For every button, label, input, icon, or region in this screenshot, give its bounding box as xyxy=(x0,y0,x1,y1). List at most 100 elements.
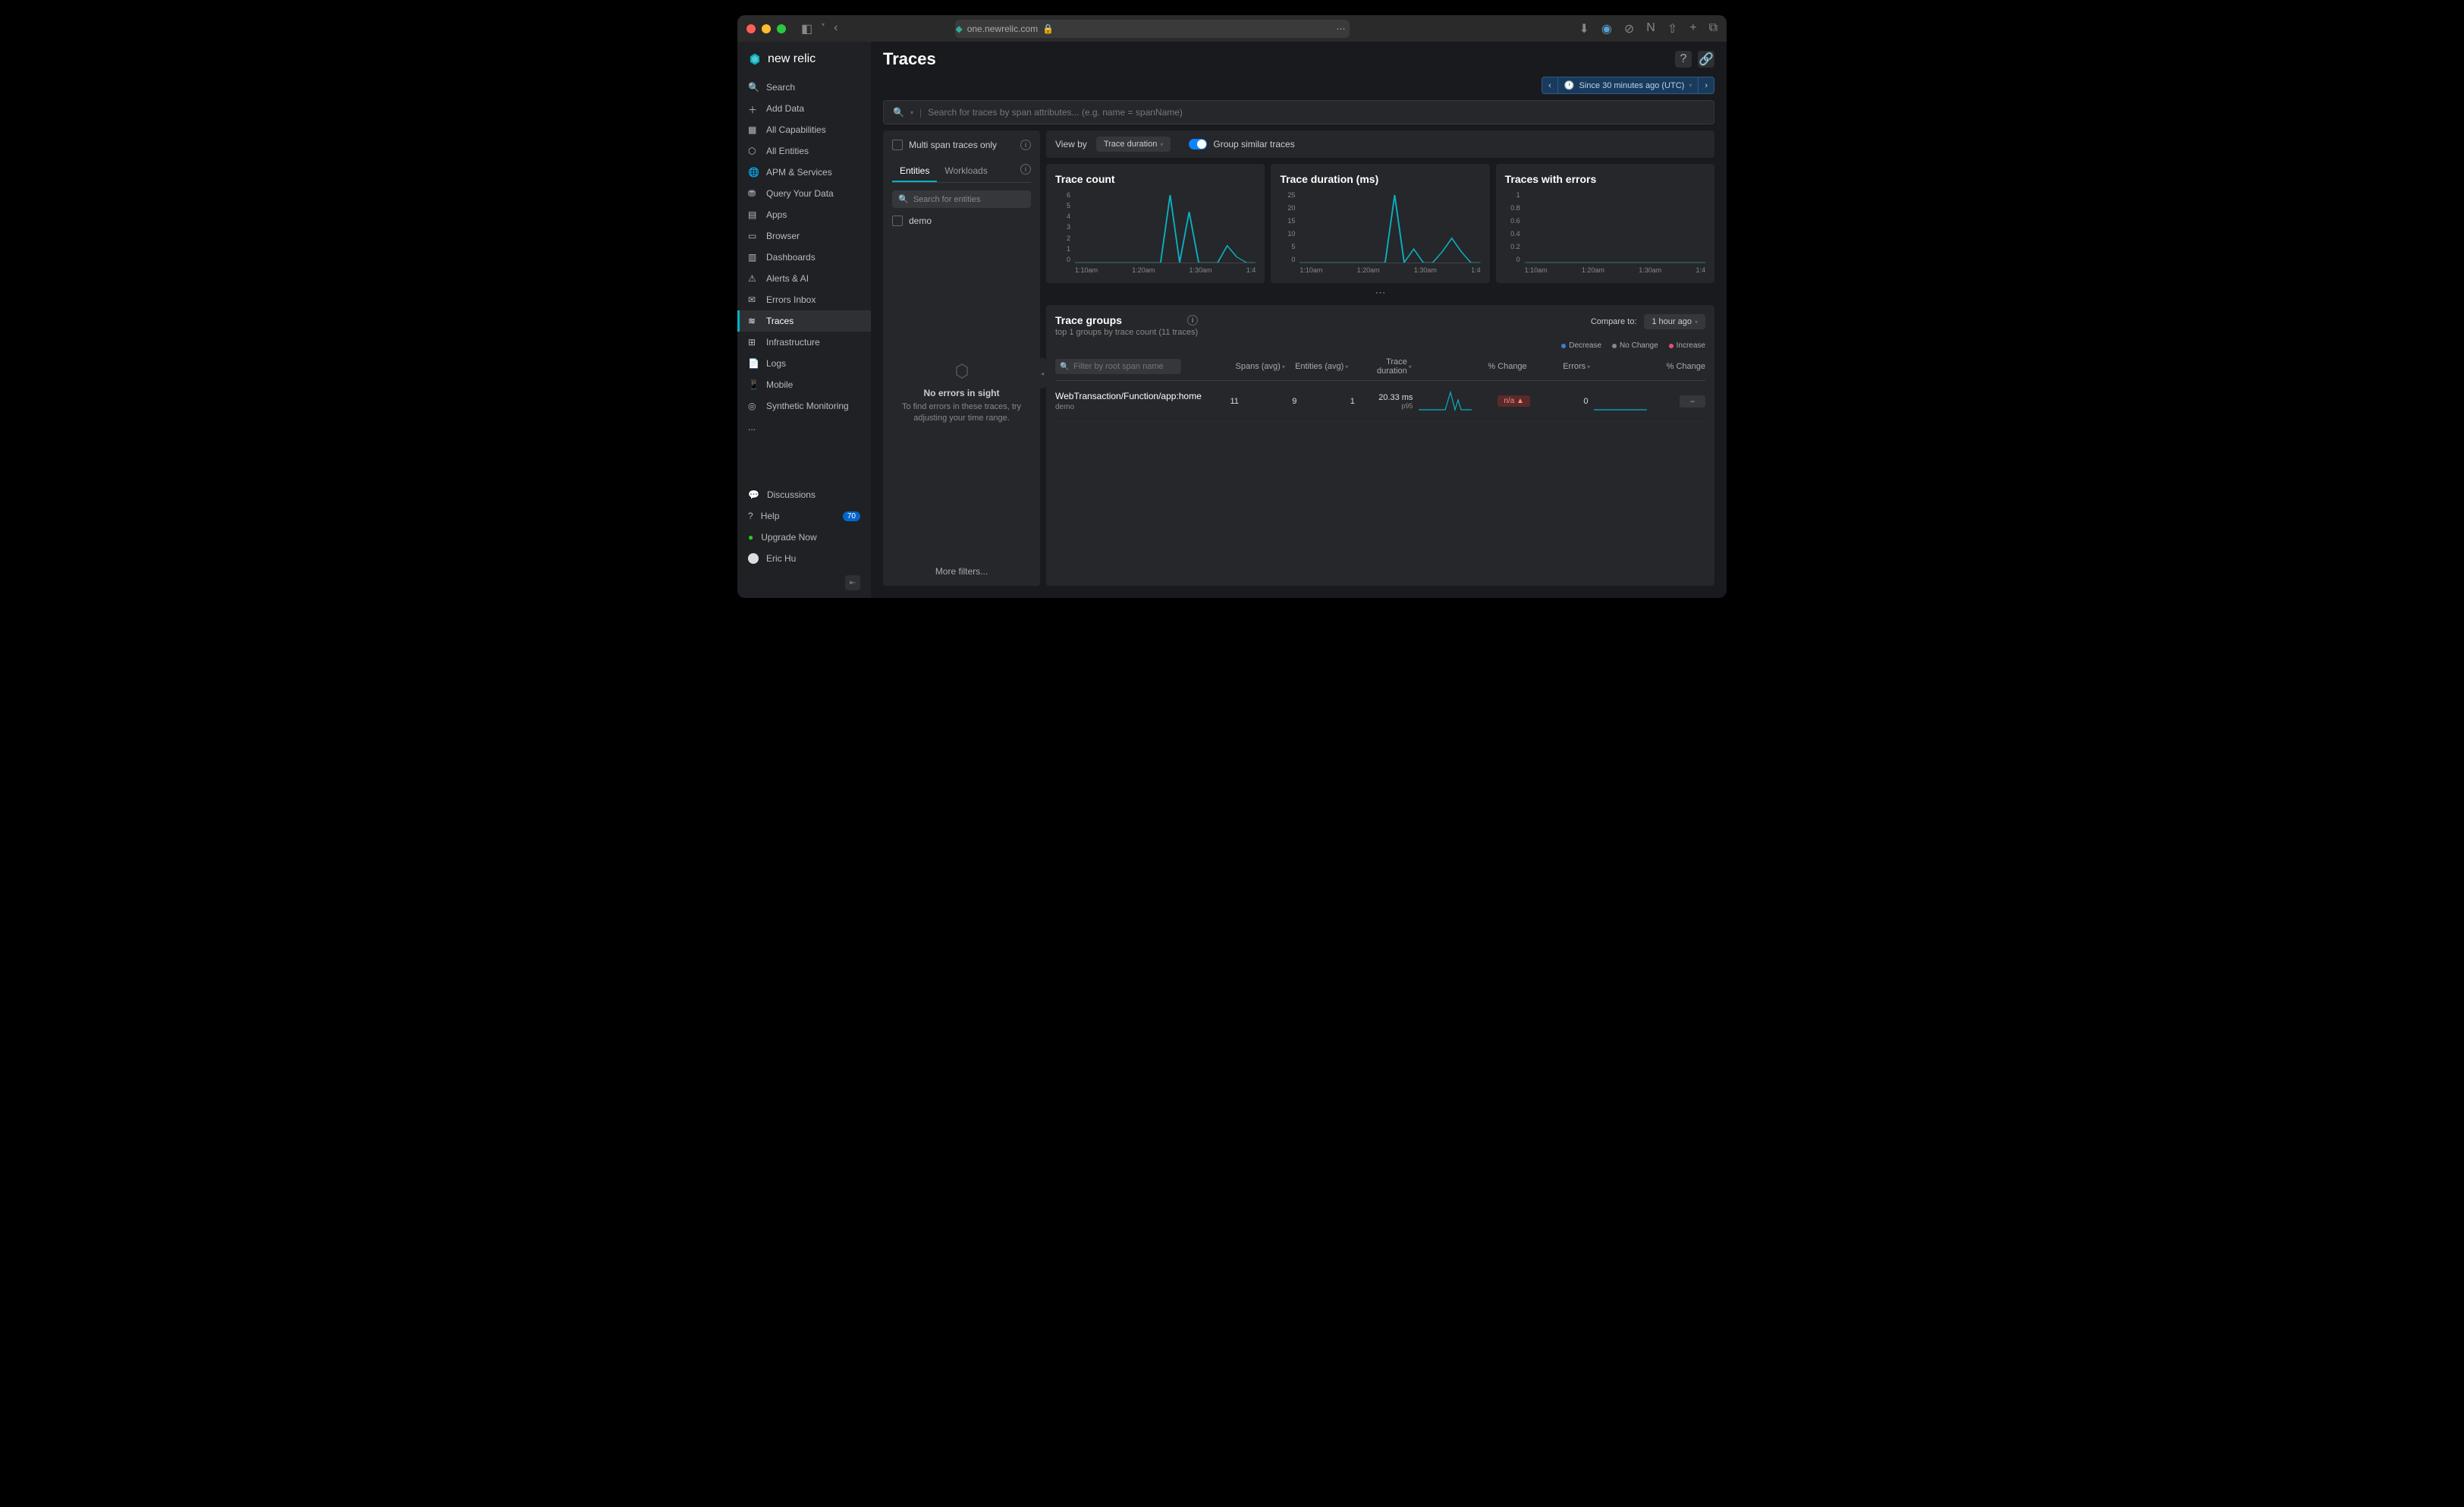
trace-groups-card: Trace groups i top 1 groups by trace cou… xyxy=(1046,305,1714,586)
browser-titlebar: ◧ ▾ ‹ ◆ one.newrelic.com 🔒 ⋯ ⬇ ◉ ⊘ N ⇧ +… xyxy=(737,15,1727,42)
sidebar-item-add-data[interactable]: ＋Add Data xyxy=(737,98,871,119)
checkbox-icon[interactable] xyxy=(892,216,903,226)
sidebar-item-apps[interactable]: ▤Apps xyxy=(737,204,871,225)
share-icon[interactable]: ⇧ xyxy=(1667,21,1677,36)
cell-err-change: – xyxy=(1653,395,1705,407)
more-icon[interactable]: ⋯ xyxy=(1336,24,1345,34)
brand-logo[interactable]: new relic xyxy=(737,49,871,77)
sidebar-item-label: Errors Inbox xyxy=(766,294,816,305)
expand-charts-handle[interactable]: ⋯ xyxy=(1046,286,1714,299)
block-icon[interactable]: ⊘ xyxy=(1624,21,1634,36)
col-duration[interactable]: Trace duration▾ xyxy=(1354,357,1411,376)
root-span-filter-input[interactable] xyxy=(1055,359,1181,374)
info-icon[interactable]: i xyxy=(1020,140,1031,150)
sidebar-item-eric-hu[interactable]: Eric Hu xyxy=(737,548,871,569)
notion-icon[interactable]: N xyxy=(1646,21,1655,36)
chevron-down-icon[interactable]: ▾ xyxy=(910,109,913,116)
sidebar-item-label: Synthetic Monitoring xyxy=(766,401,849,411)
group-similar-toggle[interactable] xyxy=(1189,139,1207,149)
more-filters-button[interactable]: More filters... xyxy=(892,560,1031,577)
close-icon[interactable] xyxy=(746,24,756,33)
col-errors[interactable]: Errors▾ xyxy=(1533,362,1590,371)
page-header: Traces ? 🔗 xyxy=(871,42,1727,77)
chart-plot[interactable] xyxy=(1300,191,1480,263)
sidebar-item-discussions[interactable]: 💬Discussions xyxy=(737,484,871,505)
panel-collapse-handle[interactable]: ◂ xyxy=(1039,358,1046,389)
view-by-label: View by xyxy=(1055,139,1087,149)
chart-title: Trace duration (ms) xyxy=(1280,173,1480,185)
col-spans[interactable]: Spans (avg)▾ xyxy=(1227,362,1284,371)
sidebar-item-all-capabilities[interactable]: ▦All Capabilities xyxy=(737,119,871,140)
cell-span-count: 11 xyxy=(1208,397,1239,406)
col-entities[interactable]: Entities (avg)▾ xyxy=(1291,362,1348,371)
entity-search-input[interactable]: 🔍 Search for entities xyxy=(892,190,1031,208)
empty-title: No errors in sight xyxy=(900,388,1023,398)
sidebar-toggle-icon[interactable]: ◧ xyxy=(801,21,812,36)
traces-icon: ≋ xyxy=(748,316,759,326)
download-icon[interactable]: ⬇ xyxy=(1579,21,1589,36)
view-by-dropdown[interactable]: Trace duration ▾ xyxy=(1096,137,1171,152)
sidebar-item-logs[interactable]: 📄Logs xyxy=(737,353,871,374)
sidebar-item-browser[interactable]: ▭Browser xyxy=(737,225,871,247)
badge: 70 xyxy=(843,511,860,521)
shield-icon: ◆ xyxy=(955,24,962,34)
sidebar-item-traces[interactable]: ≋ Traces xyxy=(737,310,871,332)
chevron-down-icon[interactable]: ▾ xyxy=(822,21,825,36)
minimize-icon[interactable] xyxy=(762,24,771,33)
app-window: ◧ ▾ ‹ ◆ one.newrelic.com 🔒 ⋯ ⬇ ◉ ⊘ N ⇧ +… xyxy=(737,15,1727,598)
maximize-icon[interactable] xyxy=(777,24,786,33)
col-change[interactable]: % Change xyxy=(1469,362,1526,371)
permalink-button[interactable]: 🔗 xyxy=(1698,51,1714,68)
table-row[interactable]: WebTransaction/Function/app:home demo 11… xyxy=(1055,381,1705,422)
new-tab-icon[interactable]: + xyxy=(1689,21,1696,36)
timerange-next[interactable]: › xyxy=(1699,78,1714,93)
url-bar[interactable]: ◆ one.newrelic.com 🔒 ⋯ xyxy=(955,20,1350,38)
entity-item-demo[interactable]: demo xyxy=(892,216,1031,226)
groups-subtitle: top 1 groups by trace count (11 traces) xyxy=(1055,328,1198,337)
help-button[interactable]: ? xyxy=(1675,51,1692,68)
sidebar-item-help[interactable]: ?Help70 xyxy=(737,505,871,527)
tab-entities[interactable]: Entities xyxy=(892,161,937,182)
newrelic-logo-icon xyxy=(748,52,762,66)
sidebar-item-search[interactable]: 🔍Search xyxy=(737,77,871,98)
sidebar-item-label: Traces xyxy=(766,316,794,326)
col-err-change[interactable]: % Change xyxy=(1648,362,1705,371)
sidebar-item-alerts-ai[interactable]: ⚠Alerts & AI xyxy=(737,268,871,289)
sidebar-item-synthetic-monitoring[interactable]: ◎Synthetic Monitoring xyxy=(737,395,871,417)
sidebar-item-dashboards[interactable]: ▥Dashboards xyxy=(737,247,871,268)
sidebar-item-all-entities[interactable]: ⬡All Entities xyxy=(737,140,871,162)
compare-dropdown[interactable]: 1 hour ago ▾ xyxy=(1644,314,1705,329)
tab-workloads[interactable]: Workloads xyxy=(937,161,995,182)
chart-plot[interactable] xyxy=(1525,191,1705,263)
search-placeholder: Search for traces by span attributes... … xyxy=(928,107,1183,118)
sidebar-item-label: APM & Services xyxy=(766,167,832,178)
legend-dot-nochange xyxy=(1612,344,1617,348)
tabs-icon[interactable]: ⧉ xyxy=(1709,21,1718,36)
timerange-picker[interactable]: ‹ 🕐 Since 30 minutes ago (UTC) ▾ › xyxy=(1542,77,1714,94)
sidebar-more[interactable]: ... xyxy=(737,417,871,438)
info-icon[interactable]: i xyxy=(1187,315,1198,326)
sidebar-collapse-button[interactable]: ⇤ xyxy=(845,575,860,590)
back-icon[interactable]: ‹ xyxy=(834,21,838,36)
timerange-prev[interactable]: ‹ xyxy=(1542,78,1558,93)
trace-search-bar[interactable]: 🔍 ▾ | Search for traces by span attribut… xyxy=(883,100,1714,124)
sidebar-item-mobile[interactable]: 📱Mobile xyxy=(737,374,871,395)
page-title: Traces xyxy=(883,49,936,69)
extension-icon[interactable]: ◉ xyxy=(1601,21,1612,36)
cell-duration: 20.33 ms p95 xyxy=(1361,393,1413,410)
sidebar-item-label: Add Data xyxy=(766,103,804,114)
checkbox-icon[interactable] xyxy=(892,140,903,150)
sidebar-item-apm-services[interactable]: 🌐APM & Services xyxy=(737,162,871,183)
chart-plot[interactable] xyxy=(1075,191,1256,263)
sidebar-item-label: Alerts & AI xyxy=(766,273,809,284)
sidebar-item-upgrade-now[interactable]: ●Upgrade Now xyxy=(737,527,871,548)
apps-icon: ▤ xyxy=(748,209,759,220)
sidebar-item-label: Dashboards xyxy=(766,252,816,263)
chevron-down-icon: ▾ xyxy=(1689,82,1692,89)
sidebar-item-query-your-data[interactable]: ⛃Query Your Data xyxy=(737,183,871,204)
compare-label: Compare to: xyxy=(1591,317,1637,326)
info-icon[interactable]: i xyxy=(1020,164,1031,175)
multi-span-checkbox-row[interactable]: Multi span traces only i xyxy=(892,140,1031,150)
sidebar-item-infrastructure[interactable]: ⊞Infrastructure xyxy=(737,332,871,353)
sidebar-item-errors-inbox[interactable]: ✉Errors Inbox xyxy=(737,289,871,310)
